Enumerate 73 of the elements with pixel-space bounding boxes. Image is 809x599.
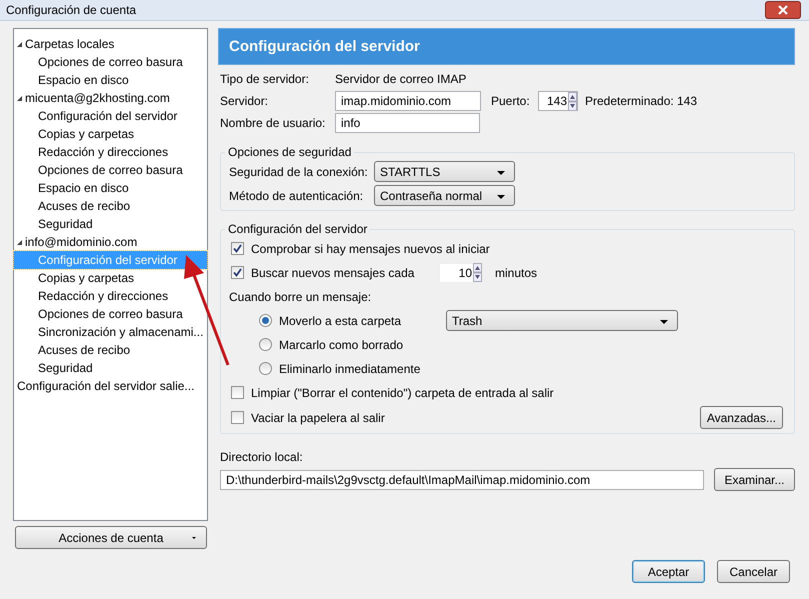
expander-icon[interactable] bbox=[17, 96, 22, 100]
group-title: Configuración del servidor bbox=[225, 222, 370, 236]
label: Cuando borre un mensaje: bbox=[229, 290, 372, 304]
panel-header: Configuración del servidor bbox=[218, 28, 795, 65]
tree-item[interactable]: Acuses de recibo bbox=[14, 341, 207, 359]
tree-item[interactable]: Seguridad bbox=[14, 359, 207, 377]
expander-icon[interactable] bbox=[17, 240, 22, 244]
server-type-value: Servidor de correo IMAP bbox=[335, 72, 466, 86]
tree-item[interactable]: Espacio en disco bbox=[14, 179, 207, 197]
radio-button[interactable] bbox=[259, 338, 272, 351]
dropdown[interactable]: STARTTLS bbox=[374, 161, 515, 182]
tree-item[interactable]: Opciones de correo basura bbox=[14, 305, 207, 323]
checkbox[interactable] bbox=[231, 242, 244, 255]
label: Método de autenticación: bbox=[229, 188, 364, 202]
label: Predeterminado: bbox=[585, 94, 675, 108]
group-title: Opciones de seguridad bbox=[225, 145, 354, 159]
number-field[interactable]: 143 bbox=[538, 91, 578, 111]
caret-icon bbox=[497, 171, 505, 175]
expander-icon[interactable] bbox=[17, 42, 22, 46]
tree-item[interactable]: Sincronización y almacenami... bbox=[14, 323, 207, 341]
tree-item[interactable]: Opciones de correo basura bbox=[14, 53, 207, 71]
tree-item[interactable]: Configuración del servidor bbox=[14, 107, 207, 125]
tree-item[interactable]: Acuses de recibo bbox=[14, 197, 207, 215]
tree-item[interactable]: Opciones de correo basura bbox=[14, 161, 207, 179]
tree-item[interactable]: micuenta@g2khosting.com bbox=[14, 89, 207, 107]
label: minutos bbox=[495, 266, 538, 280]
label: Puerto: bbox=[491, 94, 531, 108]
tree-item[interactable]: Copias y carpetas bbox=[14, 125, 207, 143]
radio-button[interactable] bbox=[259, 362, 272, 375]
radio-button[interactable] bbox=[259, 314, 272, 327]
checkbox-label: Vaciar la papelera al salir bbox=[251, 410, 385, 424]
checkbox[interactable] bbox=[231, 411, 244, 424]
tree-item[interactable]: Configuración del servidor salie... bbox=[14, 377, 207, 395]
radio-label: Marcarlo como borrado bbox=[279, 338, 404, 352]
text-field[interactable]: imap.midominio.com bbox=[335, 91, 481, 111]
caret-icon bbox=[660, 320, 668, 324]
label: Seguridad de la conexión: bbox=[229, 164, 369, 178]
account-actions-button[interactable]: Acciones de cuenta bbox=[15, 526, 207, 549]
tree-item[interactable]: Carpetas locales bbox=[14, 35, 207, 53]
advanced-button[interactable]: Avanzadas... bbox=[700, 406, 783, 429]
tree-item[interactable]: Seguridad bbox=[14, 215, 207, 233]
label: Nombre de usuario: bbox=[220, 116, 326, 130]
dropdown[interactable]: Trash bbox=[446, 310, 678, 331]
close-icon[interactable] bbox=[777, 5, 789, 15]
default-port-value: 143 bbox=[677, 94, 698, 108]
checkbox-label: Comprobar si hay mensajes nuevos al iniciar bbox=[251, 242, 490, 256]
tree-item[interactable]: Redacción y direcciones bbox=[14, 143, 207, 161]
dialog-button[interactable]: Aceptar bbox=[632, 560, 705, 583]
number-field[interactable]: 10 bbox=[439, 262, 483, 282]
label: Servidor: bbox=[220, 94, 270, 108]
checkbox-label: Buscar nuevos mensajes cada bbox=[251, 266, 416, 280]
tree-item[interactable]: Espacio en disco bbox=[14, 71, 207, 89]
spinner-arrows-icon[interactable] bbox=[473, 263, 482, 282]
tree-item[interactable]: info@midominio.com bbox=[14, 233, 207, 251]
dialog-button[interactable]: Cancelar bbox=[717, 560, 790, 583]
tree-item[interactable]: Redacción y direcciones bbox=[14, 287, 207, 305]
browse-button[interactable]: Examinar... bbox=[714, 468, 795, 491]
dropdown[interactable]: Contraseña normal bbox=[374, 185, 515, 206]
window-title: Configuración de cuenta bbox=[6, 3, 136, 17]
radio-label: Moverlo a esta carpeta bbox=[279, 314, 402, 328]
label: Directorio local: bbox=[220, 450, 303, 464]
close-button[interactable] bbox=[765, 1, 801, 19]
label: Tipo de servidor: bbox=[220, 72, 310, 86]
checkbox-label: Limpiar ("Borrar el contenido") carpeta de entrada al salir bbox=[251, 386, 554, 400]
radio-label: Eliminarlo inmediatamente bbox=[279, 362, 420, 376]
caret-icon bbox=[192, 537, 196, 539]
caret-icon bbox=[497, 195, 505, 199]
spinner-arrows-icon[interactable] bbox=[568, 92, 577, 110]
checkbox[interactable] bbox=[231, 266, 244, 279]
text-field[interactable]: info bbox=[335, 113, 480, 133]
text-field[interactable]: D:\thunderbird-mails\2g9vsctg.default\ImapMail\imap.midominio.com bbox=[220, 470, 704, 490]
checkbox[interactable] bbox=[231, 386, 244, 399]
tree-item[interactable]: Copias y carpetas bbox=[14, 269, 207, 287]
